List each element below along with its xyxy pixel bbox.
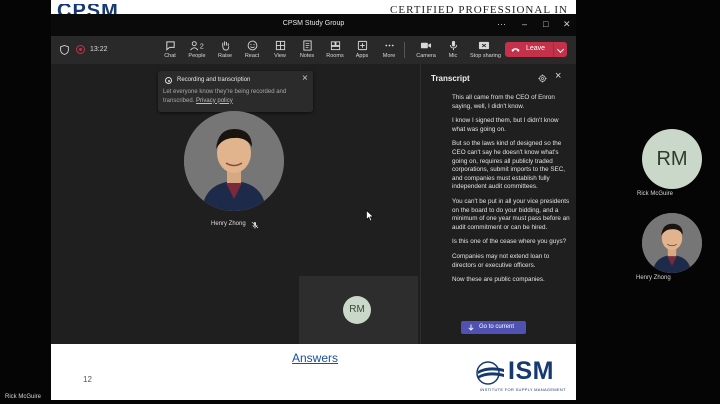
react-icon [247,40,257,51]
self-view-tile: RM [299,276,418,344]
camera-button[interactable]: Camera [412,39,440,63]
shield-icon [60,45,69,55]
privacy-policy-link[interactable]: Privacy policy [196,98,233,104]
stop-sharing-label: Stop sharing [470,53,501,59]
ism-logo-subtitle: INSTITUTE FOR SUPPLY MANAGEMENT [480,387,566,392]
participant-avatar [642,213,702,273]
recording-banner: Recording and transcription × Let everyo… [158,71,313,112]
meeting-window: CPSM Study Group ··· – □ ✕ 13:22 Chat 2 … [51,14,576,344]
participant-avatar-initials: RM [642,129,702,189]
screen: CPSM CERTIFIED PROFESSIONAL IN Answers 1… [0,0,720,404]
speaker-photo [184,111,284,211]
maximize-button[interactable]: □ [543,18,548,30]
raise-hand-button[interactable]: Raise [211,39,239,63]
ism-logo-text: ISM [508,357,554,385]
apps-icon [357,40,367,51]
chat-label: Chat [164,53,176,59]
transcript-entry: Companies may not extend loan to directo… [452,252,550,269]
react-label: React [244,53,260,59]
react-button[interactable]: React [238,39,266,63]
phone-icon [511,48,520,52]
transcript-entry: I know I signed them, but I didn't know … [452,117,559,133]
notes-button[interactable]: Notes [293,39,321,63]
apps-label: Apps [355,53,369,59]
notes-label: Notes [299,53,315,59]
self-name-label: Rick McGuire [5,394,42,400]
ism-logo: ISM INSTITUTE FOR SUPPLY MANAGEMENT [476,357,572,397]
mic-icon [449,40,457,51]
recording-icon [76,45,85,54]
people-label: People [188,53,206,59]
transcript-list: This all came from the CEO of Enron sayi… [452,94,572,291]
chat-icon [165,41,175,51]
toolbar-divider [404,42,405,58]
stop-sharing-button[interactable]: Stop sharing [470,39,501,63]
rooms-icon [330,41,340,51]
participant-name: Rick McGuire [637,191,674,197]
camera-icon [420,42,432,49]
view-icon [275,40,285,51]
slide-top-logo: CPSM [57,4,119,14]
meeting-timer: 13:22 [90,46,108,53]
more-label: More [382,53,396,59]
more-icon [384,44,394,47]
people-button[interactable]: 2 People [183,39,211,63]
mic-label: Mic [448,53,458,59]
leave-button[interactable]: Leave [505,42,567,57]
close-transcript-button[interactable]: × [555,71,561,82]
view-button[interactable]: View [266,39,294,63]
camera-label: Camera [416,53,436,59]
self-avatar-initials: RM [343,296,371,324]
record-indicator-icon [165,77,172,84]
transcript-entry: You can't be put in all your vice presid… [452,197,570,231]
speaker-avatar [184,111,284,211]
gear-icon[interactable] [538,74,547,83]
mic-off-icon [251,221,259,229]
mic-button[interactable]: Mic [439,39,467,63]
slide-top-title: CERTIFIED PROFESSIONAL IN [390,4,568,14]
transcript-entry: Is this one of the cease where you guys? [452,238,567,246]
raise-hand-icon [221,41,229,51]
leave-options-caret[interactable] [553,42,567,57]
transcript-panel: Transcript × This all came from the CEO … [420,64,576,344]
rooms-label: Rooms [326,53,344,59]
chat-button[interactable]: Chat [156,39,184,63]
more-button[interactable]: More [375,39,403,63]
speaker-name: Henry Zhong [211,221,246,227]
minimize-button[interactable]: – [522,18,527,30]
banner-text: Let everyone know they're being recorded… [163,88,311,105]
meeting-toolbar: 13:22 Chat 2 People Raise React View Not… [51,36,576,64]
ism-logo-mark [476,361,504,385]
arrow-down-icon [468,324,474,331]
transcript-entry: This all came from the CEO of Enron sayi… [452,94,555,110]
rooms-button[interactable]: Rooms [321,39,349,63]
transcript-entry: But so the laws kind of designed so the … [452,140,566,191]
share-icon [478,41,490,50]
title-bar: CPSM Study Group ··· – □ ✕ [51,14,576,36]
raise-hand-label: Raise [217,53,233,59]
view-label: View [274,53,286,59]
go-to-current-button[interactable]: Go to current [461,321,526,334]
apps-button[interactable]: Apps [348,39,376,63]
close-window-button[interactable]: ✕ [563,18,571,30]
go-to-current-label: Go to current [479,324,515,330]
participant-photo [642,213,702,273]
leave-label: Leave [526,45,546,52]
banner-title: Recording and transcription [177,77,251,83]
people-count: 2 [200,41,204,50]
transcript-entry: Now these are public companies. [452,276,545,284]
answers-link[interactable]: Answers [292,351,338,365]
slide-page-number: 12 [83,375,92,384]
notes-icon [302,40,312,51]
people-icon: 2 [190,41,204,51]
window-more-button[interactable]: ··· [497,18,506,30]
mouse-cursor-icon [366,210,374,222]
banner-close-button[interactable]: × [302,74,308,84]
transcript-title: Transcript [431,74,470,83]
participant-name: Henry Zhong [636,275,671,281]
